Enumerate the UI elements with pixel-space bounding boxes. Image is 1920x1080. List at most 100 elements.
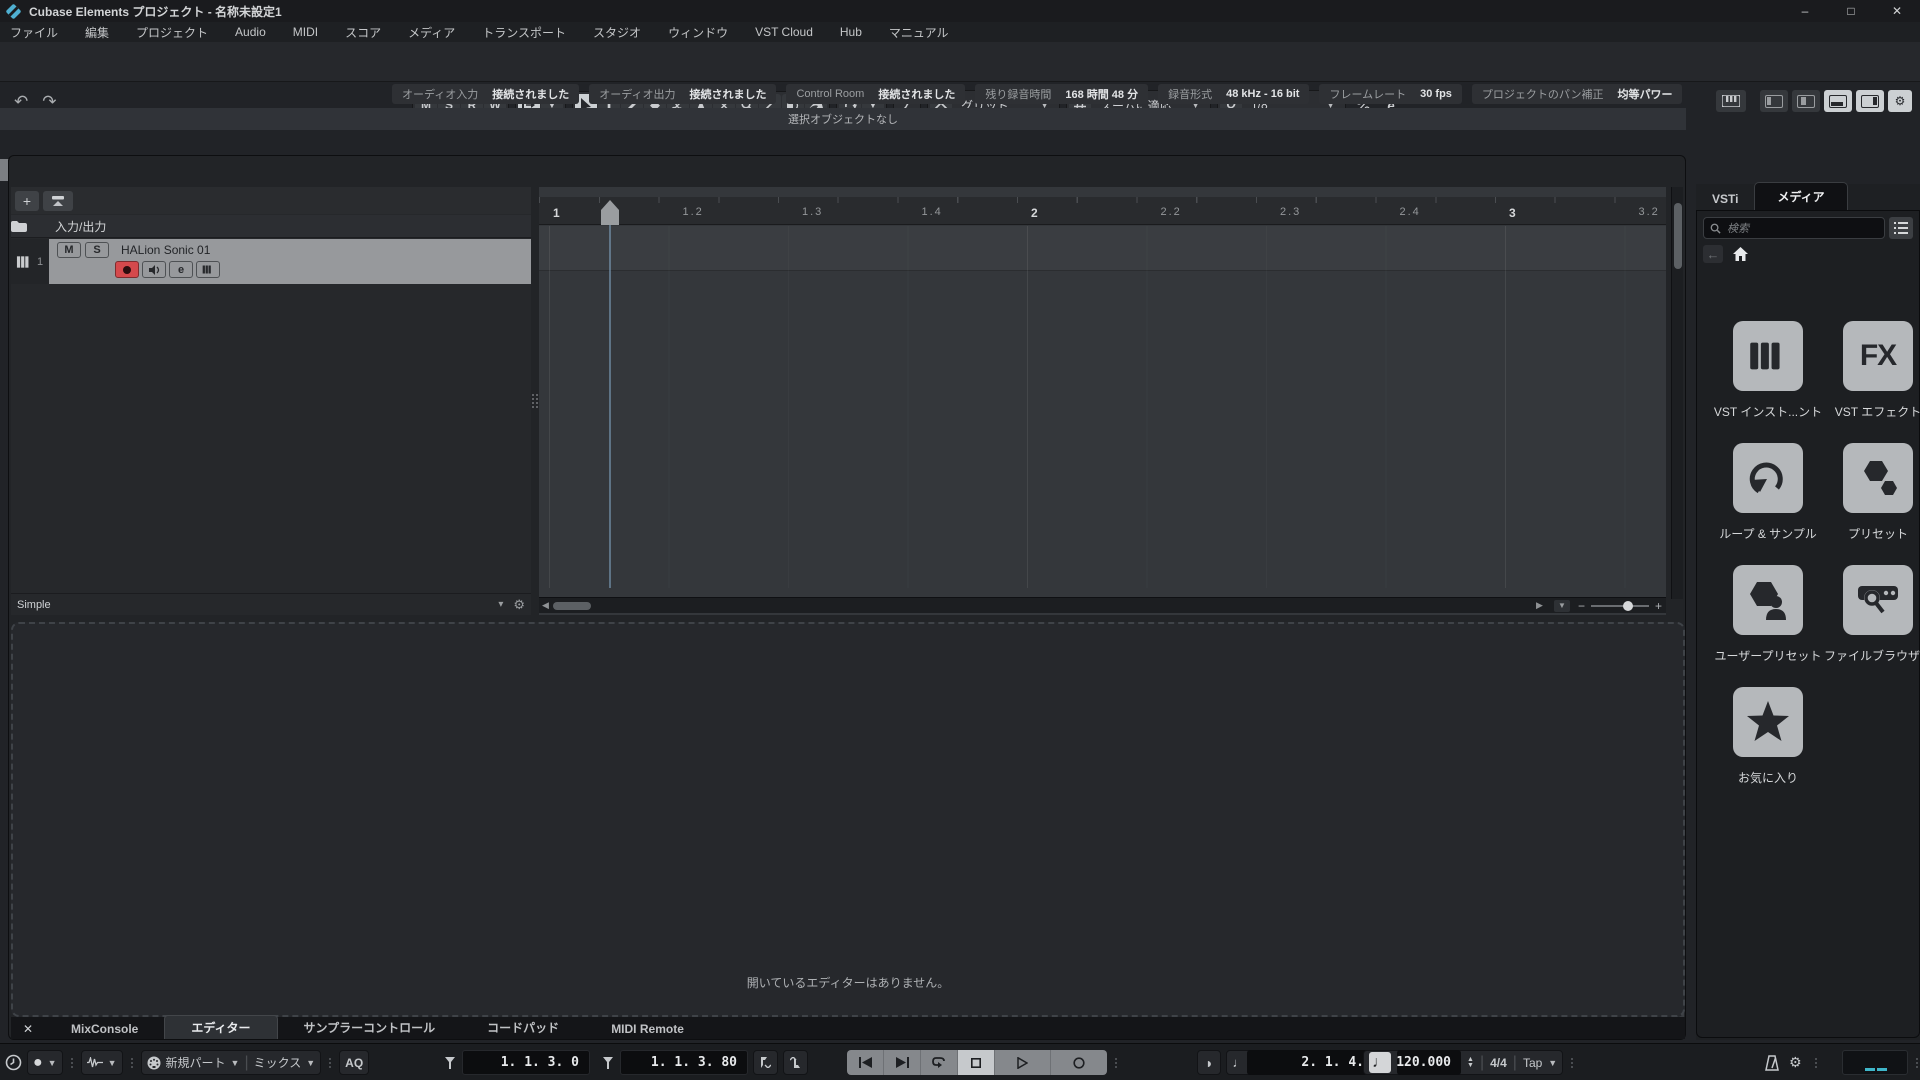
- tempo-track-icon[interactable]: ♩: [1369, 1052, 1391, 1073]
- status-segment[interactable]: プロジェクトのパン補正 均等パワー: [1471, 84, 1683, 104]
- status-segment[interactable]: フレームレート 30 fps: [1319, 84, 1462, 104]
- tempo-display[interactable]: 120.000: [1396, 1050, 1461, 1075]
- playhead-marker[interactable]: [599, 198, 621, 225]
- tap-tempo-button[interactable]: Tap: [1523, 1056, 1542, 1070]
- play-button[interactable]: [995, 1050, 1051, 1075]
- tab-エディター[interactable]: エディター: [164, 1015, 278, 1039]
- track-settings-gear-icon[interactable]: ⚙: [513, 597, 525, 613]
- menu-item-プロジェクト[interactable]: プロジェクト: [136, 24, 208, 41]
- horizontal-scroll-thumb[interactable]: [553, 602, 591, 610]
- cycle-button[interactable]: [921, 1050, 958, 1075]
- drag-grip[interactable]: [1571, 1057, 1574, 1068]
- tab-MixConsole[interactable]: MixConsole: [45, 1019, 164, 1039]
- drag-grip[interactable]: [70, 1057, 73, 1068]
- maximize-button[interactable]: □: [1828, 0, 1874, 22]
- pre-roll-button[interactable]: ◗: [1197, 1050, 1222, 1075]
- menu-item-編集[interactable]: 編集: [85, 24, 109, 41]
- tab-サンプラーコントロール[interactable]: サンプラーコントロール: [278, 1016, 462, 1039]
- drag-grip[interactable]: [329, 1057, 332, 1068]
- constrain-delay-compensation-icon[interactable]: [5, 1054, 22, 1071]
- media-tile-loop[interactable]: ループ & サンプル: [1713, 443, 1823, 542]
- status-segment[interactable]: オーディオ入力 接続されました: [392, 84, 580, 104]
- close-button[interactable]: ✕: [1874, 0, 1920, 22]
- vertical-scroll-thumb[interactable]: [1674, 203, 1682, 269]
- status-segment[interactable]: Control Room 接続されました: [786, 84, 966, 104]
- tab-MIDI Remote[interactable]: MIDI Remote: [585, 1019, 710, 1039]
- tab-コードパッド[interactable]: コードパッド: [461, 1016, 585, 1039]
- tempo-spinner[interactable]: ▲ ▼: [1467, 1056, 1474, 1069]
- zoom-in-icon[interactable]: +: [1655, 599, 1662, 613]
- monitor-button[interactable]: [142, 261, 166, 278]
- edit-instrument-button[interactable]: [196, 261, 220, 278]
- record-button[interactable]: [1051, 1050, 1107, 1075]
- menu-item-スコア[interactable]: スコア: [345, 24, 381, 41]
- auto-quantize-button[interactable]: AQ: [339, 1050, 370, 1075]
- menu-item-Hub[interactable]: Hub: [840, 25, 862, 39]
- common-record-mode-menu[interactable]: ● ▼: [27, 1050, 63, 1075]
- drag-grip[interactable]: [1814, 1057, 1817, 1068]
- results-list-view-button[interactable]: [1889, 217, 1913, 239]
- menu-item-メディア[interactable]: メディア: [408, 24, 455, 41]
- horizontal-zoom-slider[interactable]: − +: [1578, 599, 1662, 613]
- zoom-preset-dropdown[interactable]: ▼: [1553, 599, 1570, 612]
- right-zone-tab-VSTi[interactable]: VSTi: [1696, 188, 1754, 210]
- menu-item-ファイル[interactable]: ファイル: [10, 24, 58, 41]
- left-locator-display[interactable]: 1. 1. 3. 0: [462, 1050, 590, 1075]
- menu-item-マニュアル[interactable]: マニュアル: [889, 24, 949, 41]
- stop-button[interactable]: [958, 1050, 995, 1075]
- event-grid[interactable]: [539, 226, 1666, 588]
- media-tile-user-presets[interactable]: ユーザープリセット: [1713, 565, 1823, 664]
- drag-grip[interactable]: [1916, 1057, 1918, 1068]
- timeline-ruler[interactable]: 1 1.2 1.3 1.4 2 2.2 2.3 2.4 3 3.2: [539, 197, 1666, 225]
- punch-out-button[interactable]: [783, 1050, 808, 1075]
- status-segment[interactable]: 録音形式 48 kHz - 16 bit: [1158, 84, 1310, 104]
- tempo-dropdown-icon[interactable]: ▼: [1548, 1058, 1557, 1068]
- back-arrow-icon[interactable]: ←: [1703, 245, 1723, 263]
- media-tile-presets[interactable]: プリセット: [1823, 443, 1920, 542]
- solo-button[interactable]: S: [85, 242, 109, 258]
- media-search-field[interactable]: 検索: [1703, 217, 1885, 239]
- go-to-start-button[interactable]: [847, 1050, 884, 1075]
- scroll-right-icon[interactable]: ▶: [1533, 600, 1546, 611]
- metronome-button[interactable]: [1765, 1054, 1779, 1071]
- right-zone-tab-メディア[interactable]: メディア: [1754, 182, 1848, 210]
- vertical-scrollbar[interactable]: [1671, 187, 1683, 599]
- right-locator-display[interactable]: 1. 1. 3. 80: [620, 1050, 748, 1075]
- use-track-preset-button[interactable]: [43, 190, 73, 211]
- status-segment[interactable]: 残り録音時間 168 時間 48 分: [975, 84, 1149, 104]
- record-enable-button[interactable]: [115, 261, 139, 278]
- drag-grip[interactable]: [1115, 1057, 1117, 1068]
- drag-grip[interactable]: [130, 1057, 133, 1068]
- minimize-button[interactable]: –: [1782, 0, 1828, 22]
- instrument-track[interactable]: 1 M S HALion Sonic 01 e: [11, 239, 531, 284]
- metronome-setup-gear-icon[interactable]: ⚙: [1789, 1054, 1802, 1071]
- zoom-out-icon[interactable]: −: [1578, 599, 1585, 613]
- menu-item-トランスポート[interactable]: トランスポート: [482, 24, 566, 41]
- mute-button[interactable]: M: [57, 242, 81, 258]
- midi-record-mode-menu[interactable]: 新規パート ▼ | ミックス ▼: [140, 1050, 322, 1075]
- menu-item-VST Cloud[interactable]: VST Cloud: [755, 25, 813, 39]
- scroll-left-icon[interactable]: ◀: [539, 600, 552, 611]
- add-track-button[interactable]: +: [15, 190, 39, 211]
- track-name[interactable]: HALion Sonic 01: [121, 243, 210, 257]
- punch-in-button[interactable]: [753, 1050, 778, 1075]
- home-icon[interactable]: [1733, 247, 1748, 261]
- media-tile-fx[interactable]: FX VST エフェクト: [1823, 321, 1920, 420]
- media-tile-file-browser[interactable]: ファイルブラウザー: [1823, 565, 1920, 664]
- zoom-preset-caret-icon[interactable]: ▾: [498, 599, 503, 610]
- status-segment[interactable]: オーディオ出力 接続されました: [589, 84, 777, 104]
- edit-channel-button[interactable]: e: [169, 261, 193, 278]
- menu-item-スタジオ[interactable]: スタジオ: [593, 24, 641, 41]
- close-lower-zone-icon[interactable]: ✕: [11, 1022, 45, 1039]
- go-to-left-locator-icon[interactable]: [443, 1056, 457, 1070]
- media-tile-piano[interactable]: VST インスト...ント: [1713, 321, 1823, 420]
- time-signature[interactable]: 4/4: [1490, 1056, 1507, 1070]
- horizontal-scrollbar[interactable]: ◀ ▶ ▼ − +: [539, 597, 1666, 613]
- go-to-end-button[interactable]: [884, 1050, 921, 1075]
- menu-item-ウィンドウ[interactable]: ウィンドウ: [668, 24, 728, 41]
- zone-divider-handle[interactable]: [531, 187, 539, 615]
- menu-item-Audio[interactable]: Audio: [235, 25, 266, 39]
- zoom-slider-knob[interactable]: [1622, 600, 1633, 611]
- menu-item-MIDI[interactable]: MIDI: [293, 25, 318, 39]
- go-to-right-locator-icon[interactable]: [601, 1056, 615, 1070]
